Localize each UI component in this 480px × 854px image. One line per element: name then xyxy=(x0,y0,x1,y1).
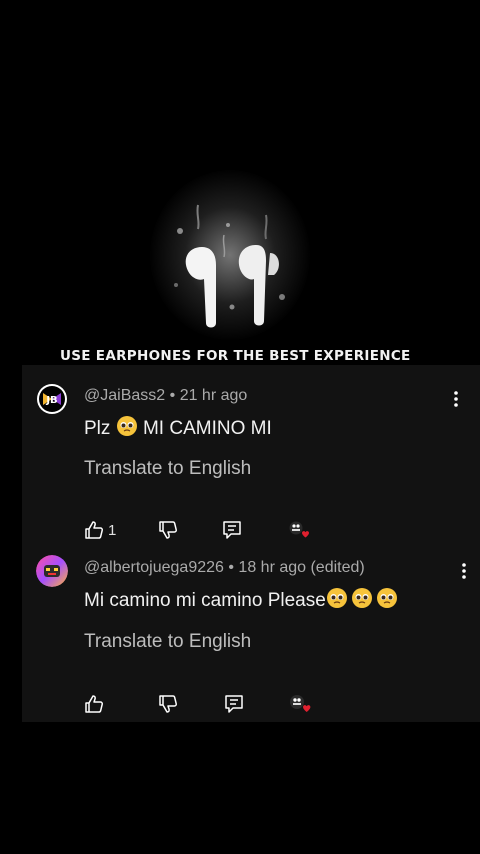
comment-item: @albertojuega9226 • 18 hr ago (edited) M… xyxy=(22,545,480,722)
comment-text-part: Mi camino mi camino Please xyxy=(84,590,326,611)
pleading-face-icon xyxy=(376,588,397,608)
video-frame: USE EARPHONES FOR THE BEST EXPERIENCE xyxy=(0,0,480,365)
pleading-face-icon xyxy=(351,588,372,608)
comment-time: 21 hr ago xyxy=(179,387,248,404)
jaibass-logo-icon: JB xyxy=(37,384,67,414)
pleading-face-icon xyxy=(116,416,137,436)
avatar[interactable]: JB xyxy=(36,383,68,415)
reply-button[interactable] xyxy=(224,693,244,715)
reply-icon xyxy=(223,521,241,539)
like-count: 1 xyxy=(108,521,117,539)
thumbs-up-icon xyxy=(85,695,104,713)
thumbs-down-icon xyxy=(159,521,178,539)
like-button[interactable]: 1 xyxy=(84,519,116,541)
meta-separator: • xyxy=(169,387,176,404)
hero-caption: USE EARPHONES FOR THE BEST EXPERIENCE xyxy=(60,348,411,364)
creator-heart-icon xyxy=(290,695,311,712)
avatar[interactable] xyxy=(36,555,68,587)
comment-actions: 1 xyxy=(84,519,344,543)
comment-actions xyxy=(84,693,344,717)
author-name[interactable]: @albertojuega9226 xyxy=(84,559,224,576)
creator-heart xyxy=(288,519,312,541)
comment-meta: @JaiBass2 • 21 hr ago xyxy=(84,387,247,405)
like-button[interactable] xyxy=(84,693,108,715)
author-name[interactable]: @JaiBass2 xyxy=(84,387,165,404)
dislike-button[interactable] xyxy=(158,519,178,541)
comment-text: Plz MI CAMINO MI xyxy=(84,415,272,440)
albertojuega-avatar-icon xyxy=(36,555,68,587)
comment-time: 18 hr ago (edited) xyxy=(238,559,365,576)
svg-text:JB: JB xyxy=(45,395,57,406)
reply-button[interactable] xyxy=(222,519,242,541)
comment-text-part: Plz xyxy=(84,418,111,439)
translate-link[interactable]: Translate to English xyxy=(84,458,251,480)
comment-item: JB @JaiBass2 • 21 hr ago Plz MI CAMINO M… xyxy=(22,365,480,545)
thumbs-down-icon xyxy=(159,695,178,713)
creator-heart xyxy=(288,693,314,715)
thumbs-up-icon xyxy=(85,521,104,539)
more-options-icon[interactable] xyxy=(454,559,474,583)
comment-text-part: MI CAMINO MI xyxy=(142,418,272,439)
comment-meta: @albertojuega9226 • 18 hr ago (edited) xyxy=(84,559,365,577)
comment-text: Mi camino mi camino Please xyxy=(84,587,398,612)
reply-icon xyxy=(225,695,243,713)
comments-panel: JB @JaiBass2 • 21 hr ago Plz MI CAMINO M… xyxy=(22,365,480,722)
earphones-icon xyxy=(174,204,285,328)
creator-heart-icon xyxy=(289,521,309,538)
translate-link[interactable]: Translate to English xyxy=(84,631,251,653)
pleading-face-icon xyxy=(326,588,347,608)
more-options-icon[interactable] xyxy=(446,387,466,411)
meta-separator: • xyxy=(228,559,234,576)
dislike-button[interactable] xyxy=(158,693,178,715)
